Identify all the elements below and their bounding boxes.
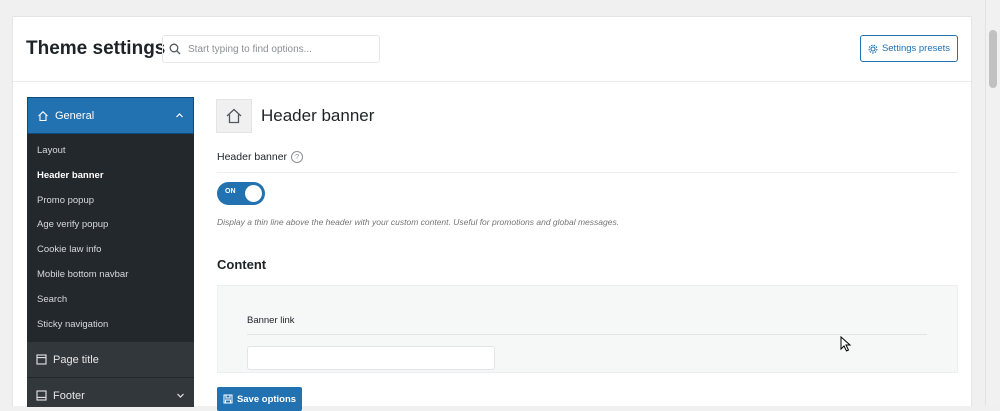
- footer-icon: [36, 390, 47, 401]
- sidebar-item-general-label: General: [55, 109, 95, 122]
- general-subnav: Layout Header banner Promo popup Age ver…: [27, 134, 194, 337]
- subnav-item-sticky-navigation[interactable]: Sticky navigation: [27, 313, 194, 338]
- sidebar-item-footer[interactable]: Footer: [27, 378, 194, 407]
- chevron-up-icon: [176, 113, 183, 118]
- field-divider: [217, 172, 957, 173]
- help-icon[interactable]: ?: [291, 151, 304, 163]
- settings-presets-label: Settings presets: [881, 43, 951, 54]
- chevron-down-icon: [177, 393, 184, 398]
- banner-link-divider: [247, 334, 927, 335]
- search-box[interactable]: [162, 35, 380, 63]
- settings-panel: Theme settings Settings presets General: [12, 16, 972, 411]
- subnav-item-promo-popup[interactable]: Promo popup: [27, 189, 194, 214]
- gear-icon: [868, 44, 878, 53]
- subnav-item-layout[interactable]: Layout: [27, 139, 194, 164]
- content-group: Banner link: [217, 285, 958, 373]
- content-heading: Content: [217, 257, 267, 272]
- subnav-item-search[interactable]: Search: [27, 288, 194, 313]
- cursor-icon: [840, 336, 852, 352]
- search-icon: [169, 43, 181, 55]
- subnav-item-mobile-bottom-navbar[interactable]: Mobile bottom navbar: [27, 263, 194, 288]
- page-icon: [36, 354, 47, 365]
- toggle-on-text: ON: [225, 188, 236, 195]
- save-options-label: Save options: [236, 393, 297, 405]
- subnav-item-age-verify-popup[interactable]: Age verify popup: [27, 213, 194, 238]
- banner-link-input[interactable]: [247, 346, 495, 370]
- settings-presets-button[interactable]: Settings presets: [860, 35, 958, 62]
- section-icon: [216, 99, 252, 133]
- home-icon: [38, 110, 48, 121]
- page-title: Theme settings: [26, 38, 166, 59]
- subnav-item-cookie-law-info[interactable]: Cookie law info: [27, 238, 194, 263]
- sidebar-item-footer-label: Footer: [53, 389, 85, 402]
- toggle-knob: [245, 185, 262, 202]
- sidebar: General Layout Header banner Promo popup…: [27, 97, 194, 407]
- scrollbar-thumb[interactable]: [989, 30, 997, 88]
- header-banner-description: Display a thin line above the header wit…: [217, 217, 620, 227]
- sidebar-item-page-title[interactable]: Page title: [27, 342, 194, 377]
- settings-header: Theme settings Settings presets: [13, 17, 971, 82]
- section-title: Header banner: [261, 106, 375, 125]
- banner-link-label: Banner link: [247, 315, 295, 326]
- sidebar-item-page-title-label: Page title: [53, 353, 99, 366]
- save-options-button[interactable]: Save options: [217, 387, 302, 411]
- sidebar-item-general[interactable]: General: [27, 97, 194, 134]
- header-banner-toggle[interactable]: ON: [217, 182, 265, 205]
- page-scrollbar[interactable]: [985, 0, 1000, 406]
- header-banner-label: Header banner: [217, 151, 288, 163]
- subnav-item-header-banner[interactable]: Header banner: [27, 164, 194, 189]
- search-input[interactable]: [186, 42, 370, 56]
- save-icon: [223, 394, 233, 404]
- home-icon: [226, 108, 242, 124]
- header-banner-field: Header banner ?: [217, 151, 304, 163]
